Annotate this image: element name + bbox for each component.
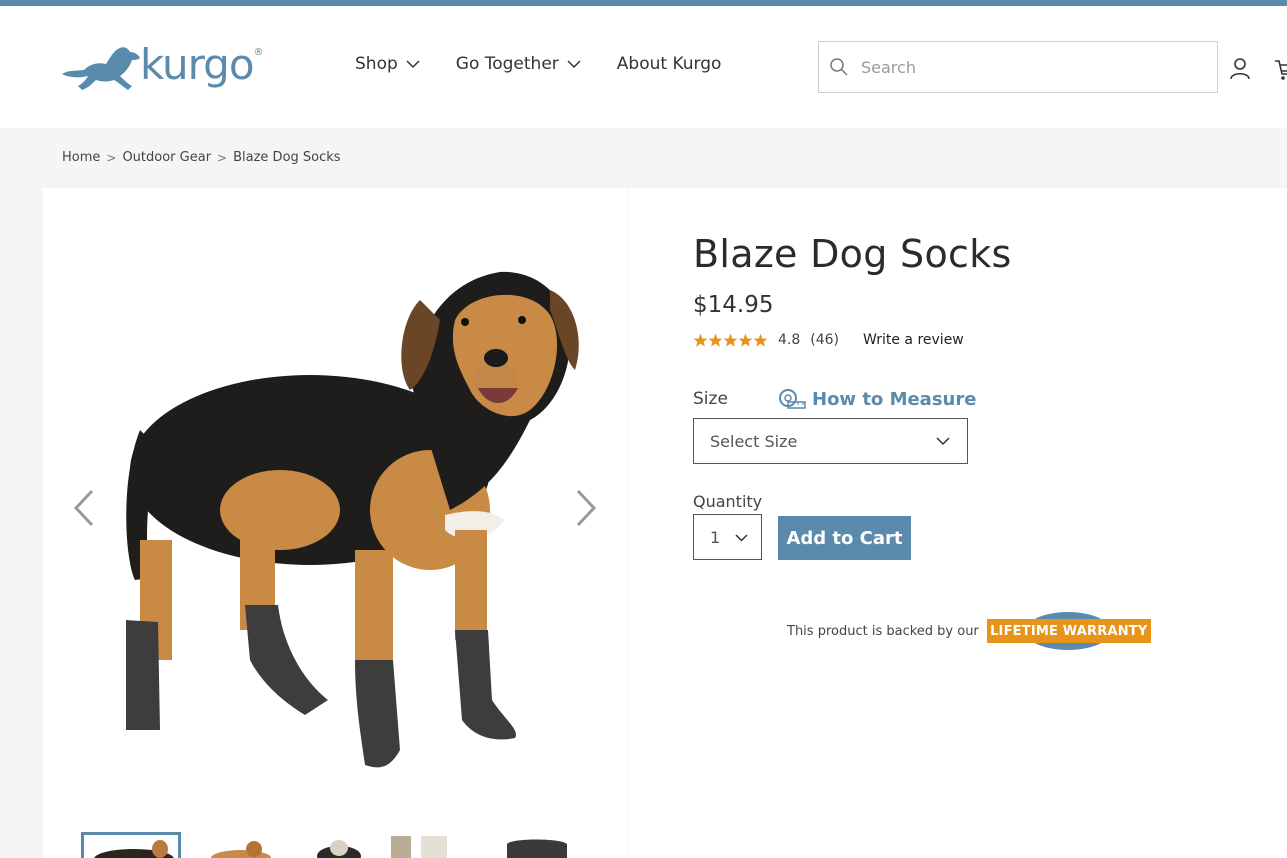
chevron-down-icon [936, 437, 950, 446]
dog-logo-icon [62, 47, 140, 90]
breadcrumb-outdoor-gear[interactable]: Outdoor Gear [122, 150, 211, 165]
search-icon[interactable] [829, 57, 849, 77]
cart-icon[interactable] [1274, 58, 1287, 82]
how-to-measure-link[interactable]: How to Measure [778, 388, 976, 410]
registered-mark: ® [253, 46, 264, 58]
warranty-text: This product is backed by our [787, 623, 979, 639]
nav-item-about-kurgo[interactable]: About Kurgo [617, 54, 722, 74]
nav-item-label: About Kurgo [616, 54, 722, 74]
thumbnail-1[interactable] [81, 832, 181, 858]
quantity-label: Quantity [693, 492, 763, 511]
thumbnail-dog-image [211, 841, 271, 858]
star-icon [753, 333, 768, 347]
nav-item-label: Go Together [455, 54, 559, 74]
lifetime-warranty-badge[interactable]: LIFETIME WARRANTY [986, 612, 1151, 650]
breadcrumb-separator: > [217, 150, 228, 165]
product-main-image [126, 271, 579, 768]
chevron-down-icon [406, 60, 420, 69]
product-price: $14.95 [693, 292, 774, 318]
star-icon [723, 333, 738, 347]
quantity-select[interactable]: 1 [693, 514, 762, 560]
rating-count[interactable]: (46) [810, 332, 839, 348]
nav-item-shop[interactable]: Shop [355, 54, 420, 74]
breadcrumb-current: Blaze Dog Socks [233, 150, 341, 165]
thumbnail-socks-image [391, 836, 447, 858]
write-review-link[interactable]: Write a review [863, 332, 964, 348]
quantity-value: 1 [710, 527, 721, 547]
gallery-prev-arrow-icon[interactable] [70, 487, 98, 529]
star-icon [693, 333, 708, 347]
product-rating: 4.8 (46) Write a review [693, 332, 964, 348]
nav-item-go-together[interactable]: Go Together [456, 54, 581, 74]
site-header: kurgo ® Shop Go Together About Kurgo [0, 6, 1287, 128]
thumbnail-3[interactable] [311, 832, 371, 858]
main-nav: Shop Go Together About Kurgo [355, 54, 757, 74]
chevron-down-icon [567, 60, 581, 69]
thumbnail-2[interactable] [206, 832, 276, 858]
how-to-measure-label: How to Measure [812, 388, 977, 410]
rating-value: 4.8 [778, 332, 801, 348]
thumbnail-strip [81, 832, 601, 858]
size-select-value: Select Size [710, 431, 798, 451]
star-icon [738, 333, 753, 347]
logo-wordmark: kurgo [140, 39, 255, 89]
star-icon [708, 333, 723, 347]
breadcrumb-separator: > [106, 150, 117, 165]
warranty-badge-label: LIFETIME WARRANTY [986, 619, 1151, 643]
breadcrumb: Home > Outdoor Gear > Blaze Dog Socks [62, 150, 341, 165]
size-label: Size [693, 389, 728, 409]
measuring-tape-icon [779, 389, 806, 409]
thumbnail-dog-image [317, 840, 361, 858]
kurgo-logo[interactable]: kurgo ® [58, 40, 268, 96]
warranty-notice: This product is backed by our LIFETIME W… [787, 612, 1151, 650]
chevron-down-icon [735, 533, 748, 542]
thumbnail-5[interactable] [501, 832, 581, 858]
star-rating [693, 333, 768, 348]
thumbnail-socks-image [507, 839, 567, 858]
nav-item-label: Shop [355, 54, 398, 74]
search-input[interactable] [861, 57, 1201, 77]
size-select[interactable]: Select Size [693, 418, 968, 464]
add-to-cart-button[interactable]: Add to Cart [778, 516, 911, 560]
product-title: Blaze Dog Socks [693, 232, 1012, 276]
account-icon[interactable] [1228, 56, 1252, 80]
search-box [818, 41, 1218, 93]
thumbnail-4[interactable] [391, 832, 451, 858]
thumbnail-dog-image [94, 840, 174, 858]
breadcrumb-home[interactable]: Home [62, 150, 100, 165]
